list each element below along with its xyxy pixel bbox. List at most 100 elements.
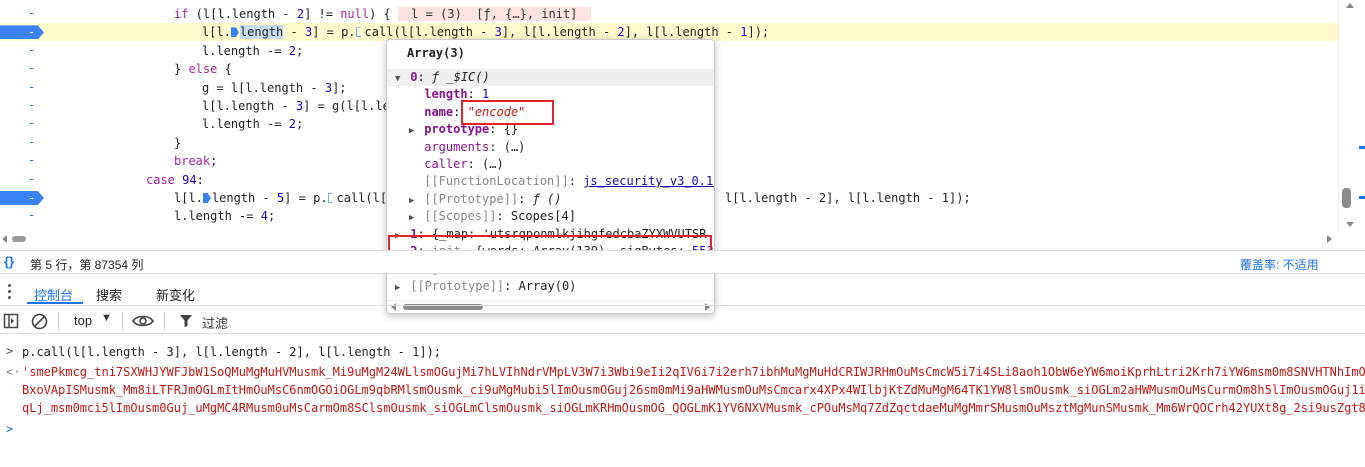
cursor-position: 第 5 行，第 87354 列 (30, 258, 144, 272)
object-property-row[interactable]: ▼ 0: ƒ _$IC() (387, 69, 714, 86)
line-gutter[interactable]: - (28, 135, 38, 149)
property-token: : (453, 104, 468, 119)
code-token: (l[l.length - (188, 7, 297, 21)
code-token: null (340, 7, 370, 21)
coverage-link[interactable]: 覆盖率: 不适用 (1240, 256, 1319, 273)
code-text: } else { (174, 61, 232, 77)
code-text: l[l.length - 2], l[l.length - 1]); (725, 191, 971, 205)
property-token: : {} (489, 122, 519, 137)
editor-vertical-scroll-thumb[interactable] (1342, 188, 1351, 208)
code-token: l.length -= (202, 43, 289, 58)
console-input-line: > p.call(l[l.length - 3], l[l.length - 2… (0, 343, 1365, 361)
code-token: length (239, 25, 284, 40)
prompt-chevron-icon: > (6, 422, 14, 436)
code-token: ]); (747, 25, 770, 40)
chevron-down-icon[interactable]: ▼ (101, 312, 112, 324)
pretty-print-icon[interactable]: {} (4, 254, 14, 269)
scroll-left-arrow-icon[interactable] (2, 235, 7, 243)
object-property-row[interactable]: length: 1 (387, 86, 714, 103)
code-token: : (196, 172, 204, 187)
code-token: l[l. (174, 191, 203, 205)
code-text: case 94: (146, 172, 204, 188)
code-token: { (217, 62, 232, 77)
code-token: ; (295, 43, 304, 58)
object-property-row[interactable]: caller: (…) (387, 156, 714, 173)
code-token: l.length -= (202, 117, 289, 132)
code-text: l[l. length - 3] = p. call(l[l.length - 3]… (202, 24, 769, 40)
scroll-up-arrow-icon[interactable] (1346, 3, 1354, 8)
property-token: : (518, 191, 533, 206)
toolbar-divider (58, 312, 59, 330)
result-line[interactable]: qLj_msm0mci5lImOusm0Guj_uMgMC4RMusm0uMsC… (22, 401, 1365, 415)
code-token: case (146, 172, 175, 187)
source-link[interactable]: js_security_v3_0.1. (583, 174, 714, 188)
object-property-row[interactable]: ▶ prototype: {} (387, 121, 714, 138)
code-token: l[l. (202, 25, 231, 40)
filter-input[interactable]: 过滤 (202, 313, 228, 332)
object-property-row[interactable]: ▶ [[Scopes]]: Scopes[4] (387, 208, 714, 225)
popover-title: Array(3) (407, 46, 465, 60)
editor-horizontal-scroll-thumb[interactable] (12, 236, 26, 242)
line-gutter[interactable]: - (28, 6, 38, 20)
inline-breakpoint-icon[interactable] (327, 193, 336, 203)
code-token: 3 (324, 80, 333, 95)
code-token: 4 (260, 209, 268, 224)
scroll-down-arrow-icon[interactable] (1346, 222, 1354, 227)
console-prompt-line[interactable]: > (0, 421, 1365, 439)
object-property-row[interactable]: arguments: (…) (387, 139, 714, 156)
scrollbar-marker (1359, 196, 1365, 199)
inline-breakpoint-icon[interactable] (230, 27, 239, 38)
property-token: "encode" (467, 104, 526, 119)
line-gutter[interactable]: - (28, 61, 38, 75)
code-token: ] = p. (312, 25, 356, 40)
object-property-row[interactable]: ▶ 1: {_map: 'utsrqponmlkjihgfedcbaZYXWVU… (387, 226, 714, 243)
tab-search[interactable]: 搜索 (96, 285, 122, 304)
line-gutter[interactable]: - (28, 98, 38, 112)
scroll-right-arrow-icon[interactable] (1327, 235, 1332, 243)
code-line[interactable]: - if (l[l.length - 2] != null) { l = (3) … (0, 5, 1338, 23)
code-token: break (174, 154, 211, 169)
property-token: [[Scopes]] (424, 209, 497, 224)
code-token: 2 (296, 7, 305, 21)
line-gutter[interactable]: - (28, 172, 38, 186)
active-tab-indicator (27, 302, 83, 304)
breakpoint-marker-icon[interactable]: - (0, 191, 44, 205)
code-token: 2 (288, 117, 296, 132)
inline-breakpoint-icon[interactable] (355, 27, 364, 38)
result-arrow-icon: <· (6, 365, 21, 379)
input-prompt-icon: > (6, 344, 14, 358)
property-token: ƒ _$IC() (431, 70, 490, 84)
inline-value-preview: l = (3) [ƒ, {…}, init] (398, 7, 591, 21)
object-property-row[interactable]: name: "encode" (387, 104, 714, 121)
result-line[interactable]: 'smePkmcg_tni7SXWHJYWFJbW1SoQMuMgMuHVMus… (22, 365, 1365, 379)
code-token: ; (267, 209, 276, 224)
code-token: else (188, 62, 218, 77)
console-command[interactable]: p.call(l[l.length - 3], l[l.length - 2],… (22, 345, 441, 359)
code-token: g = l[l.length - (202, 80, 325, 95)
breakpoint-marker-icon[interactable]: - (0, 25, 44, 40)
code-token: call(l[l.length - (364, 25, 495, 40)
result-line[interactable]: BxoVApISMusmk_Mm8iLTFRJmOGLmItHmOuMsC6nm… (22, 383, 1365, 397)
context-selector[interactable]: top (74, 313, 92, 328)
object-property-row[interactable]: ▶ [[Prototype]]: ƒ () (387, 191, 714, 208)
property-token: prototype (424, 122, 490, 137)
code-token: } (174, 62, 189, 77)
code-token: 3 (494, 25, 502, 40)
eye-icon[interactable] (132, 314, 154, 328)
clear-console-icon[interactable] (31, 313, 48, 330)
line-gutter[interactable]: - (28, 208, 38, 222)
toolbar-divider (122, 312, 123, 330)
line-gutter[interactable]: - (28, 80, 38, 94)
line-gutter[interactable]: - (28, 43, 38, 57)
line-gutter[interactable]: - (28, 153, 38, 167)
inline-breakpoint-icon[interactable] (202, 193, 211, 203)
code-token: 94 (182, 172, 197, 187)
more-options-icon[interactable] (8, 284, 11, 300)
sidebar-toggle-icon[interactable] (3, 313, 19, 329)
property-token: : (…) (467, 157, 504, 171)
line-gutter[interactable]: - (28, 116, 38, 130)
console-output[interactable]: > p.call(l[l.length - 3], l[l.length - 2… (0, 338, 1365, 467)
object-property-row[interactable]: [[FunctionLocation]]: js_security_v3_0.1… (387, 173, 714, 190)
code-token: ] = g(l[l.len (303, 99, 398, 113)
tab-changes[interactable]: 新变化 (156, 285, 195, 304)
